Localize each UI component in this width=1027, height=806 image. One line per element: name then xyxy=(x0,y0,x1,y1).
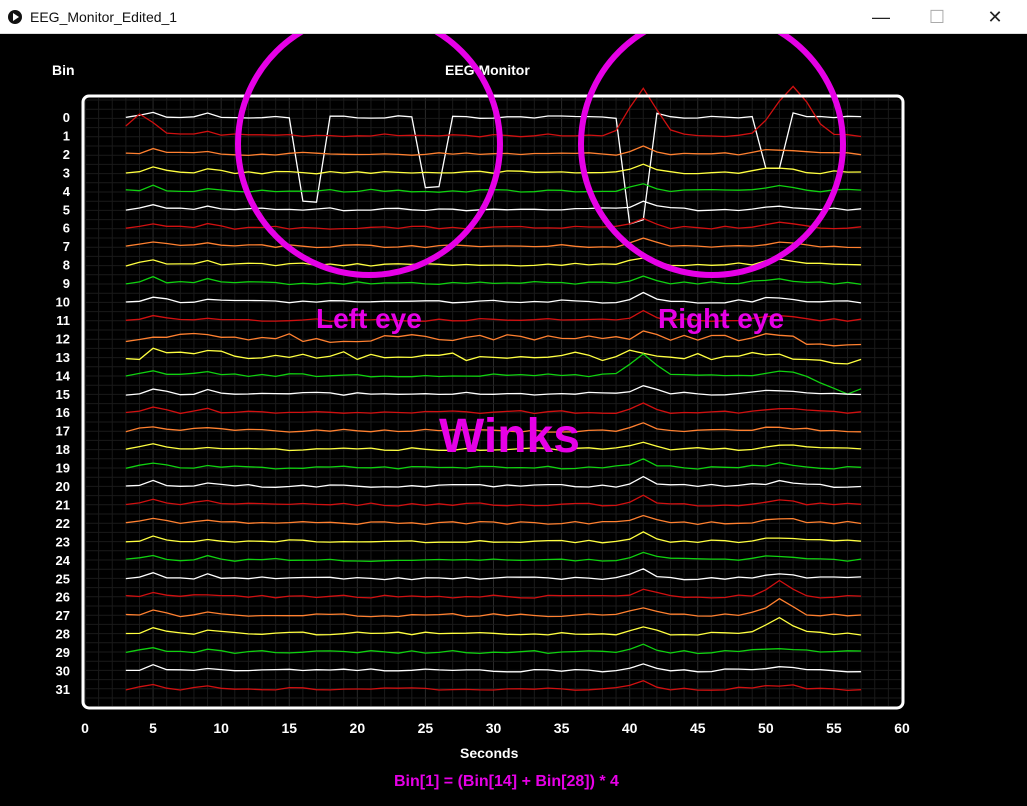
bin-label: 24 xyxy=(56,553,71,568)
bin-label: 23 xyxy=(56,534,70,549)
bin-label: 15 xyxy=(56,387,70,402)
eeg-chart: Bin EEG Monitor 012345678910111213141516… xyxy=(52,34,910,790)
bin-label: 6 xyxy=(63,221,70,236)
bin-label: 1 xyxy=(63,128,70,143)
app-icon xyxy=(8,10,22,24)
bin-label: 21 xyxy=(56,497,70,512)
bin-label: 5 xyxy=(63,202,70,217)
bin-label: 2 xyxy=(63,147,70,162)
x-tick-label: 25 xyxy=(418,720,434,736)
bin-label: 9 xyxy=(63,276,70,291)
x-tick-label: 15 xyxy=(281,720,297,736)
x-tick-labels: 0 5 10 15 20 25 30 35 40 45 50 55 60 xyxy=(81,720,910,736)
bin-label: 4 xyxy=(63,184,71,199)
left-eye-label: Left eye xyxy=(316,303,422,334)
x-tick-label: 35 xyxy=(554,720,570,736)
formula-text: Bin[1] = (Bin[14] + Bin[28]) * 4 xyxy=(394,773,619,790)
window-titlebar: EEG_Monitor_Edited_1 — ☐ ✕ xyxy=(0,0,1027,34)
bin-label: 10 xyxy=(56,295,70,310)
bin-label: 3 xyxy=(63,165,70,180)
y-axis-label: Bin xyxy=(52,62,75,78)
x-tick-label: 60 xyxy=(894,720,910,736)
close-button[interactable]: ✕ xyxy=(972,0,1018,34)
bin-label: 17 xyxy=(56,424,70,439)
bin-label: 30 xyxy=(56,664,70,679)
bin-label: 13 xyxy=(56,350,70,365)
minimize-button[interactable]: — xyxy=(858,0,904,34)
bin-label: 25 xyxy=(56,571,70,586)
bin-label: 26 xyxy=(56,590,70,605)
maximize-button[interactable]: ☐ xyxy=(914,0,960,34)
x-tick-label: 50 xyxy=(758,720,774,736)
eeg-canvas: Bin EEG Monitor 0 1 2 3 4 5 6 7 8 9 10 11 12 13 14 15 16… xyxy=(2,34,1025,804)
bin-label: 27 xyxy=(56,608,70,623)
bin-label: 12 xyxy=(56,331,70,346)
x-tick-label: 0 xyxy=(81,720,89,736)
x-tick-label: 5 xyxy=(149,720,157,736)
bin-label: 20 xyxy=(56,479,70,494)
x-tick-label: 40 xyxy=(622,720,638,736)
bin-label: 29 xyxy=(56,645,70,660)
bin-label: 28 xyxy=(56,627,70,642)
x-tick-label: 45 xyxy=(690,720,706,736)
x-tick-label: 30 xyxy=(486,720,502,736)
bin-label: 22 xyxy=(56,516,70,531)
bin-label: 7 xyxy=(63,239,70,254)
winks-label: Winks xyxy=(439,410,580,463)
bin-label: 16 xyxy=(56,405,70,420)
x-tick-label: 55 xyxy=(826,720,842,736)
bin-label: 11 xyxy=(56,313,70,328)
bin-label: 0 xyxy=(63,110,70,125)
bin-label: 8 xyxy=(63,258,70,273)
x-tick-label: 10 xyxy=(213,720,229,736)
bin-label: 19 xyxy=(56,461,70,476)
bin-labels: 0123456789101112131415161718192021222324… xyxy=(56,110,71,697)
chart-title: EEG Monitor xyxy=(445,62,530,78)
x-axis-label: Seconds xyxy=(460,745,519,761)
bin-label: 18 xyxy=(56,442,70,457)
bin-label: 14 xyxy=(56,368,71,383)
x-tick-label: 20 xyxy=(350,720,366,736)
bin-label: 31 xyxy=(56,682,70,697)
right-eye-label: Right eye xyxy=(658,303,784,334)
window-title: EEG_Monitor_Edited_1 xyxy=(30,9,178,25)
